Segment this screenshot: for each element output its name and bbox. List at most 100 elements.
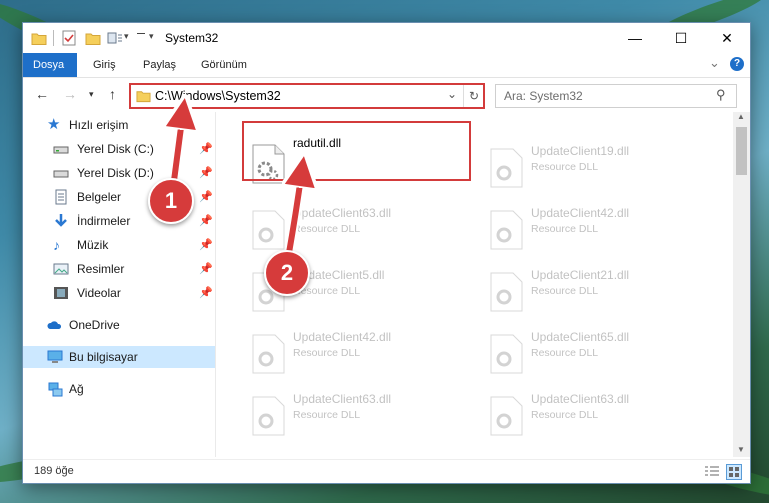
file-type: Resource DLL	[531, 223, 599, 235]
large-icons-view-icon[interactable]	[726, 464, 742, 480]
file-type: Resource DLL	[531, 161, 599, 173]
title-bar: ▾ ▾ System32 — ☐ ✕	[23, 23, 750, 53]
nav-item-videos[interactable]: Videolar 📌	[23, 282, 215, 304]
pin-icon[interactable]: 📌	[199, 214, 213, 227]
address-dropdown-icon[interactable]: ⌄	[447, 87, 457, 101]
nav-quick-access[interactable]: ★ Hızlı erişim	[23, 114, 215, 136]
minimize-button[interactable]: —	[612, 23, 658, 53]
address-bar[interactable]: C:\Windows\System32 ⌄ ↻	[129, 83, 485, 109]
ribbon-tabs: Dosya Giriş Paylaş Görünüm ⌄ ?	[23, 53, 750, 78]
collapse-ribbon-icon[interactable]: ⌄	[709, 55, 720, 71]
file-type: Resource DLL	[293, 223, 361, 235]
dll-file-icon	[490, 272, 523, 312]
file-item[interactable]: UpdateClient63.dll Resource DLL	[481, 388, 711, 442]
maximize-button[interactable]: ☐	[658, 23, 704, 53]
tab-home[interactable]: Giriş	[83, 53, 126, 77]
nav-label: Yerel Disk (C:)	[77, 142, 154, 156]
music-icon: ♪	[53, 237, 60, 253]
file-type: Resource DLL	[293, 409, 361, 421]
search-box[interactable]: Ara: System32 ⚲	[495, 84, 737, 108]
separator	[137, 33, 145, 34]
nav-label: Videolar	[77, 286, 121, 300]
pictures-icon	[53, 263, 69, 275]
separator	[53, 30, 54, 46]
network-icon	[48, 382, 63, 397]
step-1-callout: 1	[148, 178, 194, 224]
file-type: Resource DLL	[531, 409, 599, 421]
file-name: UpdateClient63.dll	[293, 206, 392, 220]
chevron-down-icon[interactable]: ▾	[124, 31, 129, 47]
tab-share[interactable]: Paylaş	[133, 53, 186, 77]
chevron-down-icon[interactable]: ▾	[149, 31, 154, 47]
file-item[interactable]: UpdateClient63.dll Resource DLL	[243, 388, 473, 442]
folder-icon	[31, 33, 47, 45]
status-bar: 189 öğe	[23, 459, 750, 483]
nav-item-local-disk-d[interactable]: Yerel Disk (D:) 📌	[23, 162, 215, 184]
search-icon[interactable]: ⚲	[716, 87, 726, 103]
pin-icon[interactable]: 📌	[199, 166, 213, 179]
dll-file-icon	[252, 210, 285, 250]
nav-item-music[interactable]: ♪ Müzik 📌	[23, 234, 215, 256]
file-name: UpdateClient63.dll	[293, 392, 392, 406]
nav-label: Müzik	[77, 238, 109, 252]
address-path[interactable]: C:\Windows\System32	[155, 89, 281, 103]
file-item[interactable]: UpdateClient42.dll Resource DLL	[243, 326, 473, 380]
refresh-icon[interactable]: ↻	[463, 85, 484, 107]
scroll-up-icon[interactable]: ▲	[737, 112, 745, 121]
dll-file-icon	[490, 334, 523, 374]
file-item[interactable]: UpdateClient42.dll Resource DLL	[481, 202, 711, 256]
nav-onedrive[interactable]: OneDrive	[23, 314, 215, 336]
pin-icon[interactable]: 📌	[199, 286, 213, 299]
scroll-thumb[interactable]	[736, 127, 747, 175]
forward-arrow-icon[interactable]: →	[63, 86, 77, 102]
recent-locations-icon[interactable]: ▾	[89, 89, 94, 100]
dll-file-icon	[490, 396, 523, 436]
nav-network[interactable]: Ağ	[23, 378, 215, 400]
drive-icon	[53, 170, 69, 178]
nav-item-local-disk-c[interactable]: Yerel Disk (C:) 📌	[23, 138, 215, 160]
back-arrow-icon[interactable]: ←	[35, 86, 49, 102]
customize-icon[interactable]	[107, 30, 123, 46]
file-item[interactable]: UpdateClient65.dll Resource DLL	[481, 326, 711, 380]
close-button[interactable]: ✕	[704, 23, 750, 53]
file-name: UpdateClient21.dll	[531, 268, 630, 282]
search-placeholder: Ara: System32	[504, 89, 583, 103]
nav-this-pc[interactable]: Bu bilgisayar	[23, 346, 215, 368]
computer-icon	[47, 350, 63, 363]
star-icon: ★	[47, 116, 61, 133]
tab-view[interactable]: Görünüm	[191, 53, 257, 77]
file-type: Resource DLL	[531, 285, 599, 297]
file-name: UpdateClient65.dll	[531, 330, 630, 344]
dll-file-icon	[490, 210, 523, 250]
pin-icon[interactable]: 📌	[199, 190, 213, 203]
pin-icon[interactable]: 📌	[199, 262, 213, 275]
navigation-pane: ★ Hızlı erişim Yerel Disk (C:) 📌 Yerel D…	[23, 112, 216, 457]
file-item[interactable]: UpdateClient19.dll Resource DLL	[481, 140, 711, 194]
details-view-icon[interactable]	[704, 465, 720, 479]
folder-icon	[136, 91, 151, 103]
file-name: UpdateClient42.dll	[293, 330, 392, 344]
nav-label: Ağ	[69, 382, 84, 396]
pin-icon[interactable]: 📌	[199, 238, 213, 251]
properties-icon[interactable]	[61, 30, 77, 46]
scroll-down-icon[interactable]: ▼	[737, 445, 745, 454]
item-count: 189 öğe	[34, 465, 74, 477]
videos-icon	[54, 287, 68, 299]
nav-label: Resimler	[77, 262, 125, 276]
nav-item-pictures[interactable]: Resimler 📌	[23, 258, 215, 280]
file-type: Resource DLL	[531, 347, 599, 359]
cloud-icon	[47, 321, 62, 329]
vertical-scrollbar[interactable]: ▲ ▼	[733, 112, 750, 457]
help-icon[interactable]: ?	[730, 57, 744, 71]
dll-file-icon	[252, 334, 285, 374]
nav-label: Bu bilgisayar	[69, 350, 138, 364]
file-name: UpdateClient42.dll	[531, 206, 630, 220]
up-arrow-icon[interactable]: ↑	[109, 86, 116, 102]
pin-icon[interactable]: 📌	[199, 142, 213, 155]
tab-file[interactable]: Dosya	[23, 53, 77, 77]
documents-icon	[55, 189, 67, 205]
new-folder-icon[interactable]	[85, 30, 101, 46]
nav-label: OneDrive	[69, 318, 120, 332]
file-item[interactable]: UpdateClient21.dll Resource DLL	[481, 264, 711, 318]
file-item[interactable]: UpdateClient63.dll Resource DLL	[243, 202, 473, 256]
